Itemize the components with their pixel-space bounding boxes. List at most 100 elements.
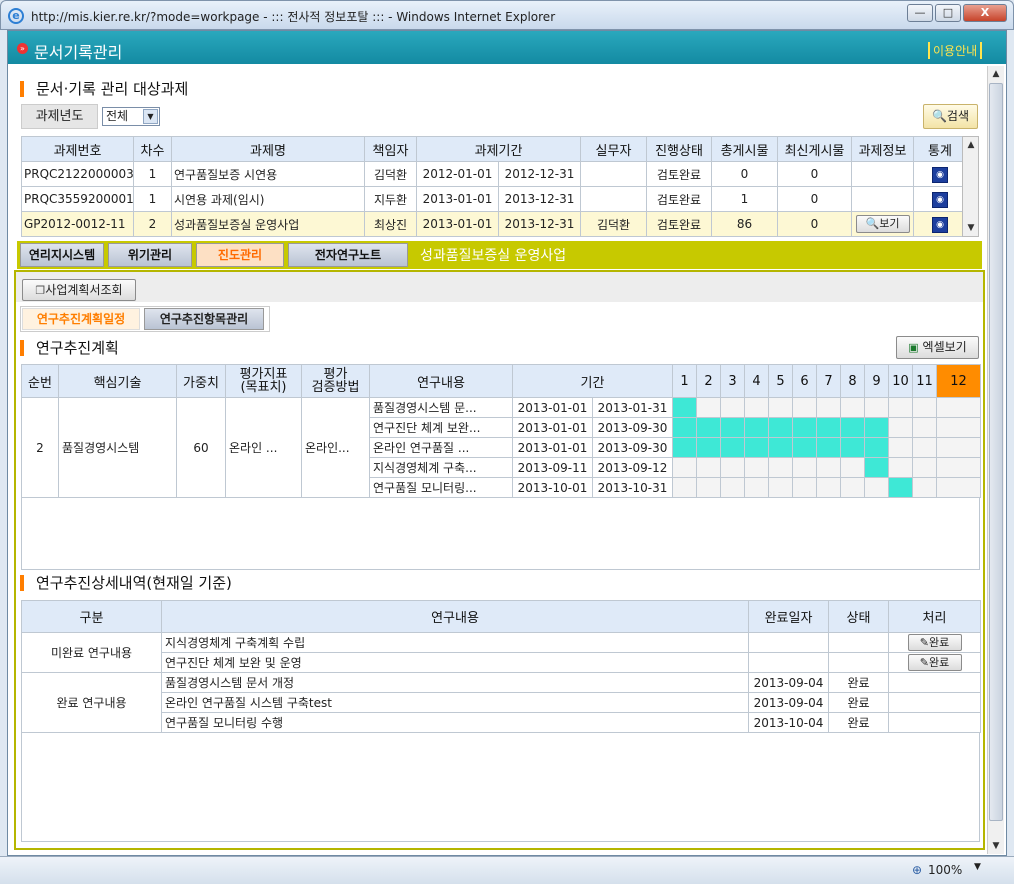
gantt-cell <box>912 397 938 418</box>
cell-info <box>851 186 914 212</box>
plan-content[interactable]: 온라인 연구품질 ... <box>369 437 513 458</box>
pencil-icon: ✎ <box>919 656 929 669</box>
plan-start: 2013-01-01 <box>512 397 593 418</box>
document-icon: ❐ <box>35 284 46 297</box>
projects-scrollbar[interactable]: ▲ ▼ <box>962 136 979 237</box>
plan-table: 순번 핵심기술 가중치 평가지표 (목표치) 평가 검증방법 연구내용 기간 123… <box>21 364 982 498</box>
chevron-down-icon[interactable]: ▼ <box>143 109 158 124</box>
cell-name: 연구품질보증 시연용 <box>171 161 365 187</box>
gantt-bar <box>864 457 890 478</box>
plan-start: 2013-01-01 <box>512 417 593 438</box>
month-12: 12 <box>936 364 982 398</box>
cell-status: 검토완료 <box>646 186 712 212</box>
subtab-items[interactable]: 연구추진항목관리 <box>144 308 264 330</box>
gantt-cell <box>912 417 938 438</box>
magnifier-icon: 🔍 <box>865 217 880 230</box>
gantt-cell <box>792 477 818 498</box>
table-row: 미완료 연구내용 지식경영체계 구축계획 수립 ✎완료 <box>21 632 981 673</box>
close-button[interactable]: X <box>963 4 1007 22</box>
plan-table-empty-area <box>21 497 980 570</box>
search-icon: 🔍 <box>931 109 947 123</box>
scroll-down-icon[interactable]: ▼ <box>963 220 979 236</box>
gantt-bar <box>696 437 722 458</box>
gantt-cell <box>792 457 818 478</box>
plan-document-button[interactable]: ❐사업계획서조회 <box>22 279 136 301</box>
scroll-up-icon[interactable]: ▲ <box>988 66 1004 82</box>
col-content: 연구내용 <box>369 364 513 398</box>
month-2: 2 <box>696 364 722 398</box>
cell-stats: ◉ <box>913 211 967 237</box>
scroll-down-icon[interactable]: ▼ <box>988 838 1004 854</box>
gantt-bar <box>840 417 866 438</box>
window-titlebar: e http://mis.kier.re.kr/?mode=workpage -… <box>0 0 1014 30</box>
section-title-plan: 연구추진계획 <box>20 340 119 356</box>
tab-3[interactable]: 전자연구노트 <box>288 243 408 267</box>
detail-content: 품질경영시스템 문서 개정 <box>161 672 749 693</box>
table-row[interactable]: PRQC2122000003 1 연구품질보증 시연용 김덕환 2012-01-01 20… <box>21 161 967 187</box>
gantt-bar <box>672 417 698 438</box>
detail-group-label: 미완료 연구내용 <box>21 632 162 673</box>
scroll-up-icon[interactable]: ▲ <box>963 137 979 153</box>
detail-date <box>748 652 829 673</box>
help-link[interactable]: 이용안내 <box>928 42 983 59</box>
table-row: 완료 연구내용 품질경영시스템 문서 개정 2013-09-04 완료 <box>21 672 981 733</box>
cell-stats: ◉ <box>913 161 967 187</box>
maximize-button[interactable]: □ <box>935 4 961 22</box>
cell-info: 🔍보기 <box>851 211 914 237</box>
detail-state: 완료 <box>828 692 889 713</box>
table-row[interactable]: PRQC3559200001 1 시연용 과제(임시) 지두환 2013-01-01 20… <box>21 186 967 212</box>
status-bar: ⊕ 100% ▼ <box>0 856 1014 884</box>
plan-seq: 2 <box>21 397 59 498</box>
plan-content[interactable]: 연구품질 모니터링... <box>369 477 513 498</box>
excel-button[interactable]: ▣ 엑셀보기 <box>896 336 979 359</box>
tab-0[interactable]: 연리지시스템 <box>20 243 104 267</box>
tab-1[interactable]: 위기관리 <box>108 243 192 267</box>
search-button[interactable]: 🔍검색 <box>923 104 978 129</box>
plan-content[interactable]: 지식경영체계 구축... <box>369 457 513 478</box>
gantt-cell <box>912 477 938 498</box>
zoom-dropdown-icon[interactable]: ▼ <box>974 862 981 872</box>
complete-button[interactable]: ✎완료 <box>907 654 962 671</box>
subtab-schedule[interactable]: 연구추진계획일정 <box>22 308 140 330</box>
view-info-button[interactable]: 🔍보기 <box>855 215 910 233</box>
gantt-cell <box>888 457 914 478</box>
year-label: 과제년도 <box>21 104 98 129</box>
page-scrollbar[interactable]: ▲ ▼ <box>987 66 1004 854</box>
complete-button[interactable]: ✎완료 <box>907 634 962 651</box>
minimize-button[interactable]: — <box>907 4 933 22</box>
gantt-bar <box>840 437 866 458</box>
gantt-bar <box>672 437 698 458</box>
detail-col-0: 구분 <box>21 600 162 633</box>
plan-content[interactable]: 연구진단 체계 보완... <box>369 417 513 438</box>
gantt-bar <box>696 417 722 438</box>
projects-col-8: 최신게시물 <box>777 136 852 162</box>
detail-state <box>828 632 889 653</box>
projects-col-4: 과제기간 <box>416 136 581 162</box>
year-select[interactable]: 전체 ▼ <box>102 107 160 126</box>
cell-status: 검토완료 <box>646 161 712 187</box>
month-11: 11 <box>912 364 938 398</box>
projects-table: 과제번호 차수 과제명 책임자 과제기간 실무자 진행상태 총게시물 최신게시물 과제정보 통계 P… <box>21 136 967 237</box>
gantt-bar <box>744 437 770 458</box>
plan-content[interactable]: 품질경영시스템 문... <box>369 397 513 418</box>
cell-latest: 0 <box>777 161 852 187</box>
zoom-level[interactable]: 100% <box>928 863 962 877</box>
detail-action: ✎완료 <box>888 652 981 673</box>
projects-col-6: 진행상태 <box>646 136 712 162</box>
gantt-bar <box>672 397 698 418</box>
cell-stats: ◉ <box>913 186 967 212</box>
cell-seq: 2 <box>133 211 172 237</box>
col-method-line2: 검증방법 <box>311 380 360 395</box>
section-title-detail: 연구추진상세내역(현재일 기준) <box>20 575 232 591</box>
projects-col-7: 총게시물 <box>711 136 778 162</box>
stats-icon[interactable]: ◉ <box>932 191 948 208</box>
scroll-thumb[interactable] <box>989 83 1003 821</box>
stats-icon[interactable]: ◉ <box>932 216 948 233</box>
col-seq: 순번 <box>21 364 59 398</box>
cell-latest: 0 <box>777 211 852 237</box>
table-row[interactable]: GP2012-0012-11 2 성과품질보증실 운영사업 최상진 2013-01-01… <box>21 211 967 237</box>
plan-tech: 품질경영시스템 <box>58 397 177 498</box>
tab-2[interactable]: 진도관리 <box>196 243 284 267</box>
stats-icon[interactable]: ◉ <box>932 166 948 183</box>
cell-total: 0 <box>711 161 778 187</box>
